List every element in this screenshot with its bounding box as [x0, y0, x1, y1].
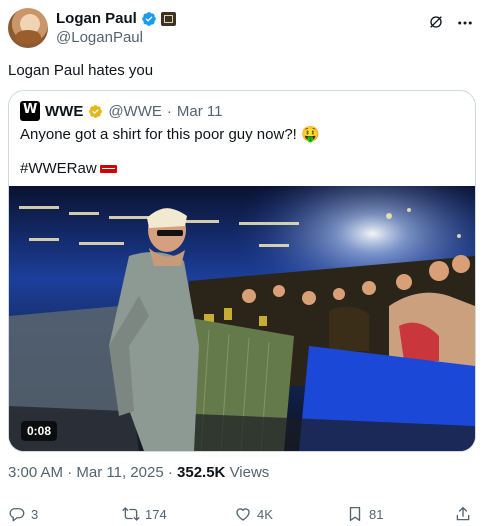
share-icon: [456, 506, 470, 521]
quoted-separator: ·: [166, 102, 172, 120]
video-frame-image: [9, 186, 475, 451]
reply-count: 3: [31, 506, 39, 522]
verified-badge-icon: [142, 11, 156, 26]
quoted-text: Anyone got a shirt for this poor guy now…: [20, 126, 320, 143]
repost-icon: [122, 507, 140, 521]
like-icon: [236, 508, 250, 521]
repost-count: 174: [145, 506, 167, 522]
verified-gold-badge-icon: [89, 104, 103, 118]
quoted-hashtag-row: #WWERaw: [20, 159, 117, 179]
video-duration: 0:08: [21, 421, 58, 441]
views-label: Views: [229, 464, 270, 481]
quoted-hashtag[interactable]: #WWERaw: [20, 159, 97, 179]
affiliate-badge-icon[interactable]: [160, 11, 176, 26]
quoted-video[interactable]: 0:08: [9, 186, 475, 451]
tweet-time[interactable]: 3:00 AM: [8, 464, 63, 481]
views-separator: ·: [167, 464, 173, 481]
like-button[interactable]: 4K: [234, 505, 273, 523]
more-icon[interactable]: [456, 14, 474, 32]
repost-button[interactable]: 174: [122, 505, 167, 523]
quoted-tweet[interactable]: WWE @WWE · Mar 11 Anyone got a shirt for…: [8, 90, 476, 452]
reply-icon: [9, 508, 25, 522]
bookmark-count: 81: [369, 506, 384, 522]
share-button[interactable]: [454, 505, 472, 523]
grok-icon[interactable]: [428, 14, 444, 30]
timestamp-separator: ·: [67, 464, 73, 481]
views-count: 352.5K: [177, 464, 226, 481]
bookmark-button[interactable]: 81: [346, 505, 383, 523]
author-handle[interactable]: @LoganPaul: [56, 28, 176, 47]
quoted-date[interactable]: Mar 11: [177, 103, 223, 120]
quoted-avatar[interactable]: [20, 101, 40, 121]
author-name-row: Logan Paul: [56, 9, 176, 28]
author-avatar[interactable]: [8, 8, 48, 48]
reply-button[interactable]: 3: [8, 505, 38, 523]
tweet-date[interactable]: Mar 11, 2025: [76, 464, 163, 481]
bookmark-icon: [349, 506, 361, 522]
quoted-handle[interactable]: @WWE: [108, 103, 162, 120]
action-bar: 3 174 4K 81: [8, 505, 476, 525]
like-count: 4K: [257, 506, 273, 522]
author-names: Logan Paul @LoganPaul: [56, 9, 176, 47]
raw-logo-icon: [99, 165, 117, 173]
author-display-name[interactable]: Logan Paul: [56, 10, 137, 27]
quoted-display-name[interactable]: WWE: [45, 103, 83, 120]
tweet-header: Logan Paul @LoganPaul: [8, 8, 476, 48]
tweet-timestamp: 3:00 AM · Mar 11, 2025 · 352.5K Views: [8, 463, 269, 483]
tweet-text: Logan Paul hates you: [8, 62, 154, 79]
quoted-header: WWE @WWE · Mar 11: [20, 101, 222, 121]
